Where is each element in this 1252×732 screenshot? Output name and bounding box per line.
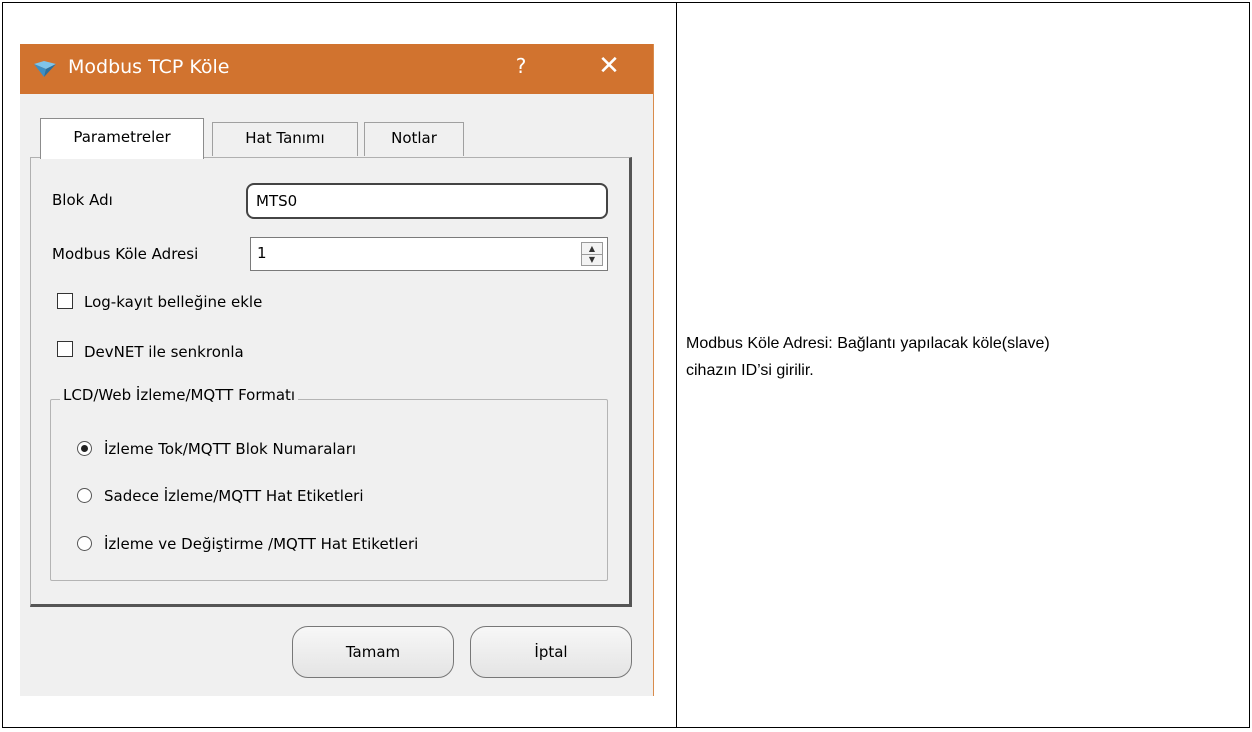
dialog-title: Modbus TCP Köle	[68, 56, 230, 78]
radio-monitor-edit-tags[interactable]	[77, 536, 92, 551]
radio-block-numbers[interactable]	[77, 441, 92, 456]
tab-parametreler[interactable]: Parametreler	[40, 118, 204, 159]
log-record-label: Log-kayıt belleğine ekle	[84, 293, 263, 311]
spin-down-icon[interactable]: ▼	[582, 254, 602, 265]
description-text: Modbus Köle Adresi: Bağlantı yapılacak k…	[686, 330, 1246, 384]
slave-address-value: 1	[257, 244, 267, 262]
cancel-button[interactable]: İptal	[470, 626, 632, 678]
radio-block-numbers-label: İzleme Tok/MQTT Blok Numaraları	[104, 440, 357, 458]
description-line-2: cihazın ID’si girilir.	[686, 362, 814, 379]
block-name-label: Blok Adı	[52, 191, 113, 209]
close-button[interactable]: ✕	[592, 51, 626, 81]
spin-buttons: ▲ ▼	[581, 242, 603, 266]
radio-monitor-only-tags[interactable]	[77, 488, 92, 503]
table-column-divider	[676, 3, 677, 727]
block-name-input[interactable]: MTS0	[246, 183, 608, 219]
display-format-group-title: LCD/Web İzleme/MQTT Formatı	[60, 386, 299, 404]
radio-monitor-only-tags-label: Sadece İzleme/MQTT Hat Etiketleri	[104, 487, 364, 505]
devnet-sync-checkbox[interactable]	[57, 341, 73, 357]
devnet-sync-label: DevNET ile senkronla	[84, 343, 244, 361]
modbus-tcp-slave-dialog: Modbus TCP Köle ? ✕ Parametreler Hat Tan…	[20, 44, 654, 696]
ok-button[interactable]: Tamam	[292, 626, 454, 678]
app-icon	[32, 60, 58, 78]
slave-address-spinbox[interactable]: 1 ▲ ▼	[250, 237, 608, 271]
tab-hat-tanimi[interactable]: Hat Tanımı	[212, 122, 358, 156]
radio-monitor-edit-tags-label: İzleme ve Değiştirme /MQTT Hat Etiketler…	[104, 535, 419, 553]
log-record-checkbox[interactable]	[57, 293, 73, 309]
description-line-1: Modbus Köle Adresi: Bağlantı yapılacak k…	[686, 335, 1050, 352]
help-button[interactable]: ?	[506, 54, 536, 78]
slave-address-label: Modbus Köle Adresi	[52, 245, 199, 263]
title-bar[interactable]: Modbus TCP Köle ? ✕	[20, 44, 653, 94]
tab-notlar[interactable]: Notlar	[364, 122, 464, 156]
